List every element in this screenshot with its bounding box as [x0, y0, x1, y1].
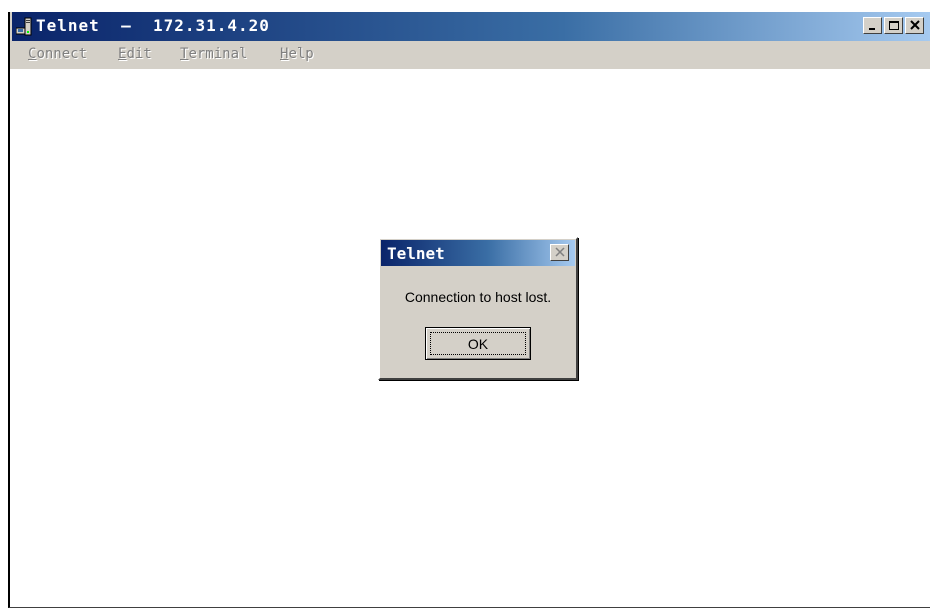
- caption-buttons: [861, 17, 924, 34]
- telnet-computer-icon[interactable]: [15, 17, 32, 36]
- close-button[interactable]: [905, 17, 924, 34]
- menu-edit[interactable]: Edit: [118, 46, 152, 62]
- close-icon: [910, 20, 920, 30]
- menu-terminal[interactable]: Terminal: [180, 46, 247, 62]
- maximize-icon: [889, 21, 899, 30]
- connection-lost-dialog: Telnet Connection to host lost. OK: [378, 237, 578, 380]
- menu-help[interactable]: Help: [280, 46, 314, 62]
- ok-button[interactable]: OK: [425, 327, 531, 360]
- dialog-close-button[interactable]: [550, 244, 569, 261]
- dialog-message: Connection to host lost.: [404, 289, 552, 305]
- menu-bar: Connect Edit Terminal Help: [10, 41, 930, 69]
- title-bar[interactable]: Telnet – 172.31.4.20: [10, 12, 930, 41]
- close-icon: [555, 247, 565, 257]
- minimize-button[interactable]: [863, 17, 882, 34]
- menu-connect[interactable]: Connect: [28, 46, 87, 62]
- ok-button-label: OK: [430, 332, 526, 355]
- window-title: Telnet – 172.31.4.20: [36, 16, 270, 35]
- dialog-title-bar[interactable]: Telnet: [381, 240, 575, 266]
- minimize-icon: [869, 28, 875, 30]
- maximize-button[interactable]: [884, 17, 903, 34]
- dialog-title: Telnet: [387, 244, 445, 263]
